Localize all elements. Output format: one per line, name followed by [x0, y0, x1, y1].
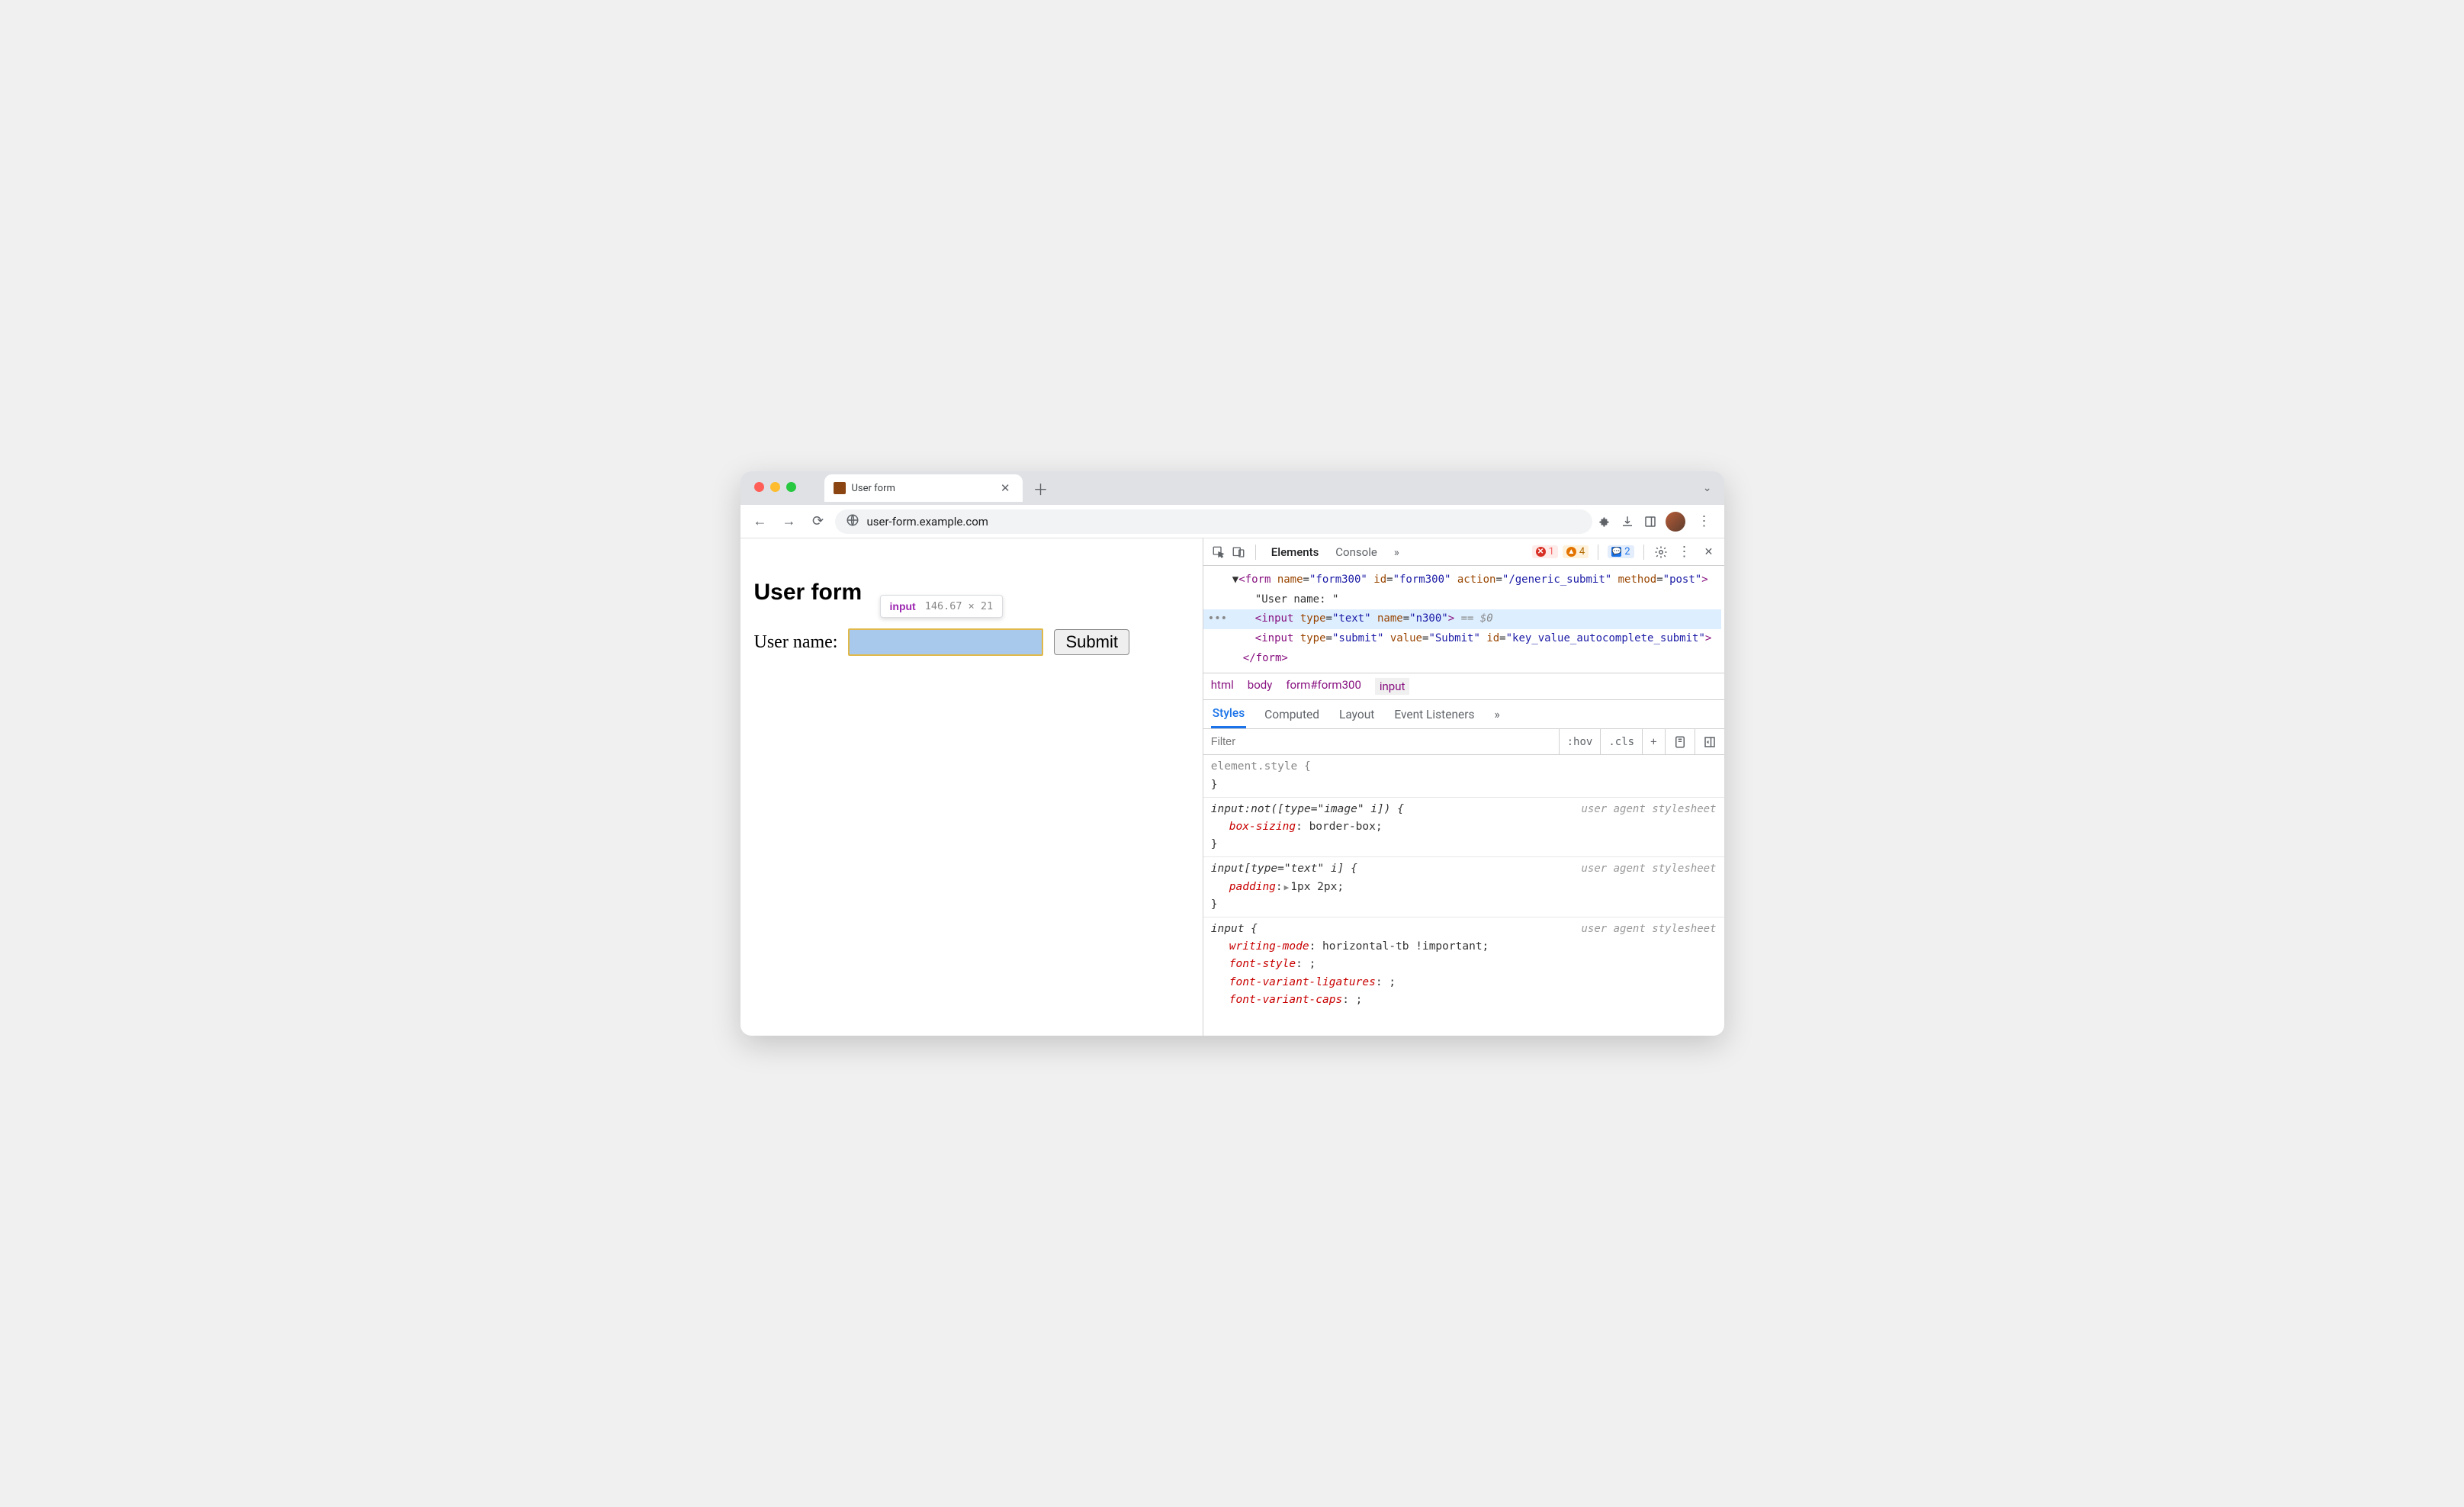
device-toolbar-icon[interactable]: [1231, 545, 1246, 560]
address-bar[interactable]: user-form.example.com: [835, 509, 1592, 534]
browser-tab[interactable]: User form ✕: [824, 474, 1023, 502]
issues-badge[interactable]: 💬2: [1608, 545, 1634, 558]
new-tab-button[interactable]: ＋: [1030, 477, 1052, 499]
submit-button[interactable]: Submit: [1054, 629, 1129, 655]
content-area: User form input 146.67 × 21 User name: S…: [740, 538, 1724, 1036]
error-badge[interactable]: ✕1: [1532, 545, 1558, 558]
url-text: user-form.example.com: [867, 515, 988, 529]
tab-console[interactable]: Console: [1329, 542, 1383, 562]
tabs-dropdown-icon[interactable]: ⌄: [1703, 482, 1712, 494]
browser-window: User form ✕ ＋ ⌄ ← → ⟳ user-form.example.…: [740, 471, 1724, 1036]
warning-badge[interactable]: ▲4: [1563, 545, 1589, 558]
toolbar-right: ⋮: [1597, 512, 1717, 532]
browser-menu-icon[interactable]: ⋮: [1693, 513, 1717, 529]
forward-button[interactable]: →: [777, 509, 802, 534]
tooltip-tag: input: [890, 600, 916, 612]
styles-toolbar: :hov .cls +: [1203, 729, 1724, 755]
dom-tree[interactable]: ▼<form name="form300" id="form300" actio…: [1203, 566, 1724, 673]
back-button[interactable]: ←: [748, 509, 773, 534]
username-label: User name:: [754, 632, 838, 653]
devtools-menu-icon[interactable]: ⋮: [1673, 544, 1697, 560]
subtab-event-listeners[interactable]: Event Listeners: [1393, 702, 1476, 728]
devtools-close-icon[interactable]: ✕: [1701, 545, 1717, 560]
subtab-more[interactable]: »: [1492, 702, 1501, 728]
toolbar: ← → ⟳ user-form.example.com ⋮: [740, 505, 1724, 538]
tabstrip: User form ✕ ＋: [824, 471, 1052, 505]
dom-text-node[interactable]: "User name: ": [1203, 590, 1721, 610]
subtab-layout[interactable]: Layout: [1338, 702, 1376, 728]
crumb-body[interactable]: body: [1248, 678, 1273, 695]
rendered-page: User form input 146.67 × 21 User name: S…: [740, 538, 1203, 1036]
styles-subtabs: Styles Computed Layout Event Listeners »: [1203, 700, 1724, 729]
rule-input-text[interactable]: input[type="text" i] {user agent stylesh…: [1203, 857, 1724, 917]
tab-close-icon[interactable]: ✕: [997, 481, 1014, 495]
inspect-tooltip: input 146.67 × 21: [880, 595, 1004, 618]
sidepanel-icon[interactable]: [1643, 514, 1658, 529]
rule-input-not-image[interactable]: input:not([type="image" i]) {user agent …: [1203, 798, 1724, 858]
devtools-panel: Elements Console » ✕1 ▲4 💬2 ⋮ ✕ ▼<form n…: [1203, 538, 1724, 1036]
reload-button[interactable]: ⟳: [806, 509, 830, 534]
tab-elements[interactable]: Elements: [1265, 542, 1325, 562]
dom-input-selected[interactable]: •••<input type="text" name="n300"> == $0: [1203, 609, 1721, 629]
styles-filter-input[interactable]: [1203, 729, 1560, 754]
subtab-styles[interactable]: Styles: [1211, 700, 1246, 728]
computed-styles-icon[interactable]: [1666, 729, 1695, 754]
devtools-header: Elements Console » ✕1 ▲4 💬2 ⋮ ✕: [1203, 538, 1724, 566]
crumb-input[interactable]: input: [1375, 678, 1410, 695]
tab-more[interactable]: »: [1388, 542, 1405, 562]
cls-toggle[interactable]: .cls: [1601, 729, 1643, 754]
site-info-icon[interactable]: [846, 513, 859, 530]
tab-title: User form: [852, 483, 991, 494]
dom-input-submit[interactable]: <input type="submit" value="Submit" id="…: [1203, 629, 1721, 649]
rule-input[interactable]: input {user agent stylesheet writing-mod…: [1203, 917, 1724, 1012]
close-window-icon[interactable]: [754, 482, 764, 492]
devtools-settings-icon[interactable]: [1653, 545, 1669, 560]
maximize-window-icon[interactable]: [786, 482, 796, 492]
user-form-row: input 146.67 × 21 User name: Submit: [754, 628, 1189, 656]
hov-toggle[interactable]: :hov: [1560, 729, 1601, 754]
crumb-form[interactable]: form#form300: [1286, 678, 1361, 695]
extensions-icon[interactable]: [1597, 514, 1612, 529]
titlebar: User form ✕ ＋ ⌄: [740, 471, 1724, 505]
favicon-icon: [834, 482, 846, 494]
toggle-sidebar-icon[interactable]: [1695, 729, 1724, 754]
crumb-html[interactable]: html: [1211, 678, 1234, 695]
rule-element-style[interactable]: element.style { }: [1203, 755, 1724, 797]
username-input[interactable]: [848, 628, 1043, 656]
minimize-window-icon[interactable]: [770, 482, 780, 492]
new-rule-button[interactable]: +: [1643, 729, 1665, 754]
inspect-element-icon[interactable]: [1211, 545, 1226, 560]
downloads-icon[interactable]: [1620, 514, 1635, 529]
dom-form-close[interactable]: </form>: [1203, 649, 1721, 669]
styles-rules[interactable]: element.style { } input:not([type="image…: [1203, 755, 1724, 1036]
dom-form-open[interactable]: ▼<form name="form300" id="form300" actio…: [1203, 570, 1721, 590]
subtab-computed[interactable]: Computed: [1263, 702, 1321, 728]
window-controls: [754, 482, 796, 492]
profile-avatar[interactable]: [1666, 512, 1685, 532]
dom-breadcrumbs: html body form#form300 input: [1203, 673, 1724, 700]
tooltip-dimensions: 146.67 × 21: [925, 600, 993, 612]
